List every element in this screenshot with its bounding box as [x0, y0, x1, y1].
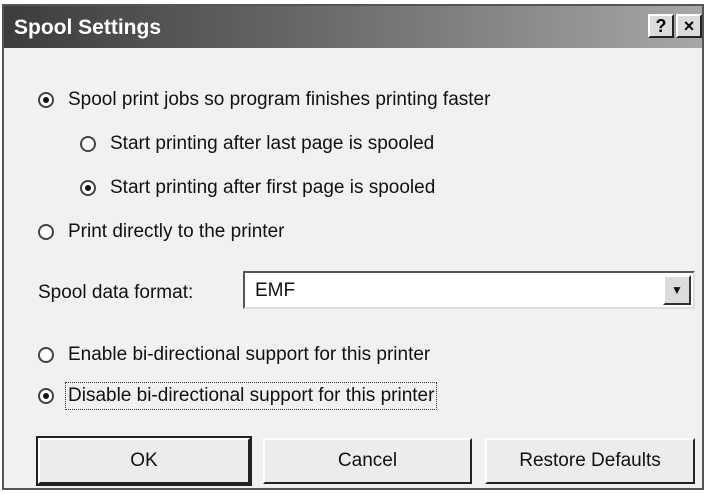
spool-settings-dialog: Spool Settings ? × Spool print jobs so p… — [2, 4, 704, 490]
radio-selected-icon — [38, 388, 54, 404]
radio-selected-icon — [38, 92, 54, 108]
select-value: EMF — [255, 280, 296, 301]
radio-disable-bidirectional[interactable]: Disable bi-directional support for this … — [38, 382, 438, 410]
cancel-button[interactable]: Cancel — [263, 438, 472, 484]
radio-print-directly[interactable]: Print directly to the printer — [38, 221, 284, 243]
radio-label: Start printing after first page is spool… — [110, 177, 436, 198]
spool-data-format-select[interactable]: EMF ▼ — [243, 271, 695, 309]
dropdown-arrow-icon[interactable]: ▼ — [663, 275, 691, 305]
radio-unselected-icon — [80, 136, 96, 152]
ok-button[interactable]: OK — [36, 436, 252, 486]
radio-selected-icon — [80, 180, 96, 196]
dialog-title: Spool Settings — [14, 16, 161, 39]
close-button[interactable]: × — [676, 14, 702, 38]
radio-label: Enable bi-directional support for this p… — [68, 344, 431, 365]
radio-unselected-icon — [38, 224, 54, 240]
radio-unselected-icon — [38, 347, 54, 363]
spool-data-format-label: Spool data format: — [38, 282, 194, 303]
radio-start-after-first-page[interactable]: Start printing after first page is spool… — [80, 177, 435, 199]
title-bar: Spool Settings ? × — [4, 6, 702, 48]
help-button[interactable]: ? — [648, 14, 674, 38]
radio-label: Disable bi-directional support for this … — [64, 382, 438, 410]
restore-defaults-button[interactable]: Restore Defaults — [485, 438, 695, 484]
radio-label: Print directly to the printer — [68, 221, 285, 242]
radio-enable-bidirectional[interactable]: Enable bi-directional support for this p… — [38, 344, 430, 366]
radio-start-after-last-page[interactable]: Start printing after last page is spoole… — [80, 133, 434, 155]
radio-label: Start printing after last page is spoole… — [110, 133, 435, 154]
radio-label: Spool print jobs so program finishes pri… — [68, 89, 491, 110]
radio-spool-print-jobs[interactable]: Spool print jobs so program finishes pri… — [38, 89, 490, 111]
